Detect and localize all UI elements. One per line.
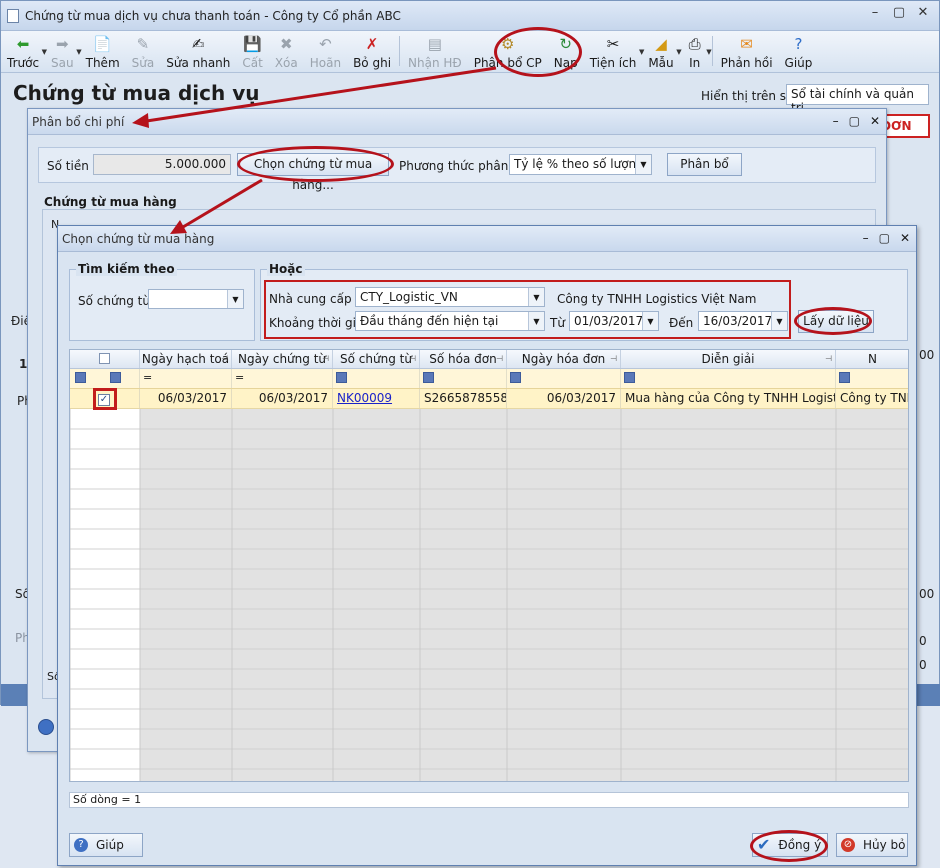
annotation-arrows (132, 66, 497, 234)
annotation-arrow-1 (139, 66, 497, 124)
annotation-arrow-2 (177, 178, 263, 232)
annotation-arrowhead-1 (132, 113, 149, 128)
